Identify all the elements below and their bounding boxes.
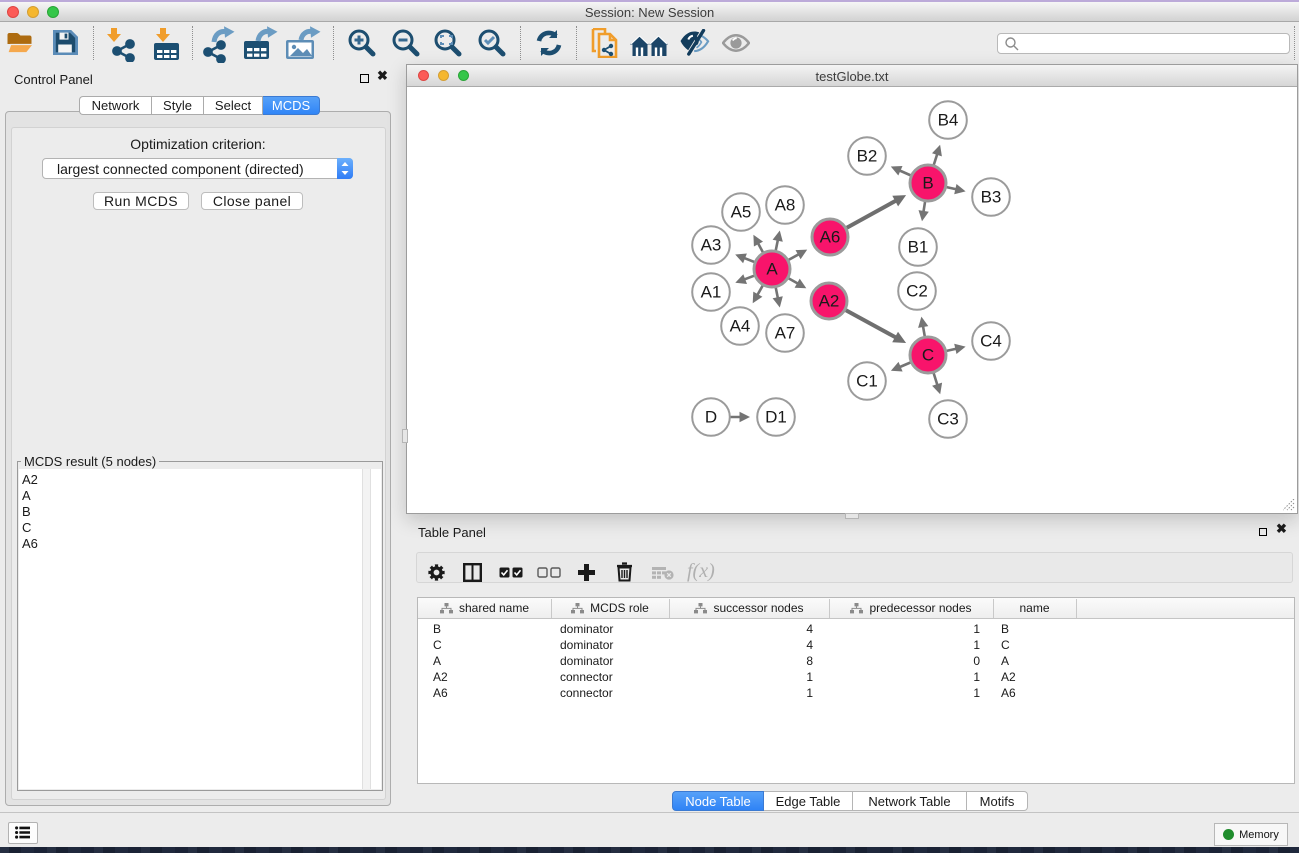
svg-text:A1: A1 (701, 283, 722, 302)
svg-text:B4: B4 (938, 111, 959, 130)
svg-text:A3: A3 (701, 236, 722, 255)
svg-text:A: A (766, 260, 778, 279)
svg-text:C: C (922, 346, 934, 365)
svg-text:D1: D1 (765, 408, 787, 427)
svg-text:A5: A5 (731, 203, 752, 222)
svg-text:A6: A6 (820, 228, 841, 247)
svg-text:A7: A7 (775, 324, 796, 343)
svg-text:D: D (705, 408, 717, 427)
svg-text:C4: C4 (980, 332, 1002, 351)
svg-text:B: B (922, 174, 933, 193)
svg-text:A8: A8 (775, 196, 796, 215)
svg-text:A2: A2 (819, 292, 840, 311)
svg-text:B1: B1 (908, 238, 929, 257)
svg-text:B2: B2 (857, 147, 878, 166)
svg-text:A4: A4 (730, 317, 751, 336)
svg-text:B3: B3 (981, 188, 1002, 207)
svg-text:C1: C1 (856, 372, 878, 391)
svg-text:C3: C3 (937, 410, 959, 429)
svg-text:C2: C2 (906, 282, 928, 301)
